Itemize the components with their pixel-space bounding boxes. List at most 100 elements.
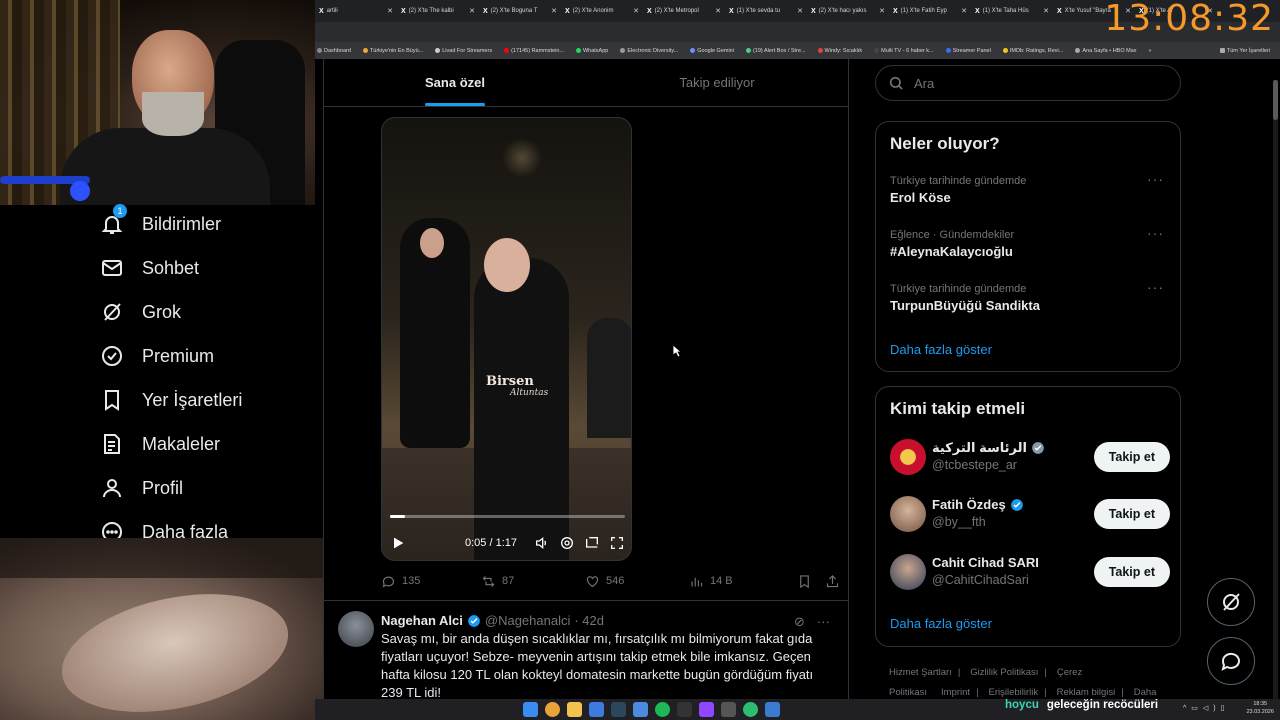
avatar[interactable] (890, 554, 926, 590)
close-icon[interactable]: ✕ (715, 7, 721, 15)
app-icon[interactable] (743, 702, 758, 717)
app-icon[interactable] (677, 702, 692, 717)
close-icon[interactable]: ✕ (879, 7, 885, 15)
footer-link[interactable]: Reklam bilgisi (1057, 687, 1116, 698)
trends-show-more-link[interactable]: Daha fazla göster (890, 342, 992, 357)
browser-tab[interactable]: X (2) X'te Metropol ✕ (643, 0, 725, 22)
app-icon[interactable] (633, 702, 648, 717)
trend-item[interactable]: Türkiye tarihinde gündemde TurpunBüyüğü … (890, 279, 1170, 313)
share-button[interactable] (825, 574, 840, 589)
repost-button[interactable]: 87 (481, 574, 585, 589)
nav-premium[interactable]: Premium (100, 344, 214, 368)
close-icon[interactable]: ✕ (797, 7, 803, 15)
more-options-icon[interactable]: ··· (1147, 225, 1164, 241)
suggestion-name[interactable]: الرئاسة التركية (932, 440, 1027, 456)
nav-grok[interactable]: Grok (100, 300, 181, 324)
fullscreen-icon[interactable] (609, 535, 625, 551)
bookmark-item[interactable]: Livad For Streamers (435, 48, 492, 54)
browser-tab[interactable]: X (2) X'te Anonim ✕ (561, 0, 643, 22)
bookmark-item[interactable]: (19) Alert Box / Stre... (745, 48, 806, 54)
suggestion-name[interactable]: Fatih Özdeş (932, 497, 1006, 512)
search-input[interactable] (914, 75, 1164, 91)
follow-suggestion[interactable]: Fatih Özdeş @by__fth Takip et (890, 496, 1170, 536)
spotify-icon[interactable] (655, 702, 670, 717)
follow-button[interactable]: Takip et (1093, 499, 1170, 529)
browser-tab[interactable]: Xartili ✕ (315, 0, 397, 22)
browser-tab[interactable]: X (1) X'te sevda tu ✕ (725, 0, 807, 22)
app-icon[interactable] (765, 702, 780, 717)
video-player[interactable]: Birsen Altuntas 0:05 / 1:17 (381, 117, 632, 561)
author-handle[interactable]: @Nagehanalci (485, 613, 570, 628)
follow-button[interactable]: Takip et (1093, 557, 1170, 587)
grok-icon[interactable]: ⊘ (794, 614, 805, 630)
reply-button[interactable]: 135 (381, 574, 481, 589)
settings-gear-icon[interactable] (559, 535, 575, 551)
video-progress-bar[interactable] (390, 515, 625, 518)
bookmarks-overflow-button[interactable]: » (1149, 48, 1152, 54)
nav-profile[interactable]: Profil (100, 476, 183, 500)
nav-messages[interactable]: Sohbet (100, 256, 199, 280)
picture-in-picture-icon[interactable] (584, 535, 600, 551)
follow-suggestion[interactable]: Cahit Cihad SARI @CahitCihadSari Takip e… (890, 554, 1170, 594)
close-icon[interactable]: ✕ (961, 7, 967, 15)
scrollbar-thumb[interactable] (1273, 80, 1278, 120)
app-icon[interactable] (589, 702, 604, 717)
follow-button[interactable]: Takip et (1093, 442, 1170, 472)
avatar[interactable] (890, 496, 926, 532)
suggestion-name[interactable]: Cahit Cihad SARI (932, 555, 1039, 570)
messages-fab[interactable] (1207, 637, 1255, 685)
tab-for-you[interactable]: Sana özel (324, 59, 586, 106)
nav-bookmarks[interactable]: Yer İşaretleri (100, 388, 242, 412)
follow-suggestion[interactable]: الرئاسة التركية @tcbestepe_ar Takip et (890, 439, 1170, 479)
page-scrollbar[interactable] (1273, 80, 1278, 700)
trend-item[interactable]: Türkiye tarihinde gündemde Erol Köse ··· (890, 171, 1170, 205)
bookmark-item[interactable]: Windy: Sıcaklık (817, 48, 862, 54)
footer-link[interactable]: Hizmet Şartları (889, 667, 952, 678)
more-options-icon[interactable]: ··· (1147, 171, 1164, 187)
grok-fab[interactable] (1207, 578, 1255, 626)
close-icon[interactable]: ✕ (551, 7, 557, 15)
author-name[interactable]: Nagehan Alci (381, 613, 463, 628)
nav-articles[interactable]: Makaleler (100, 432, 220, 456)
bookmark-item[interactable]: Multi TV - 6 haber k... (874, 48, 934, 54)
steam-icon[interactable] (611, 702, 626, 717)
browser-tab[interactable]: X (2) X'te The kalbi ✕ (397, 0, 479, 22)
system-tray-icons[interactable]: ^▭◁)▯ (1183, 704, 1229, 712)
close-icon[interactable]: ✕ (633, 7, 639, 15)
footer-link[interactable]: Gizlilik Politikası (970, 667, 1038, 678)
volume-icon[interactable] (534, 535, 550, 551)
bookmark-item[interactable]: IMDb: Ratings, Revi... (1002, 48, 1063, 54)
close-icon[interactable]: ✕ (1043, 7, 1049, 15)
app-icon[interactable] (721, 702, 736, 717)
twitch-icon[interactable] (699, 702, 714, 717)
trend-item[interactable]: Eğlence · Gündemdekiler #AleynaKalaycıoğ… (890, 225, 1170, 259)
post-time[interactable]: · 42d (574, 613, 604, 628)
nav-notifications[interactable]: 1 Bildirimler (100, 204, 221, 236)
avatar[interactable] (338, 611, 374, 647)
all-bookmarks-button[interactable]: Tüm Yer İşaretleri (1219, 48, 1280, 54)
more-options-icon[interactable]: ··· (1147, 279, 1164, 295)
bookmark-item[interactable]: (17145) Rammstein... (504, 48, 564, 54)
views-button[interactable]: 14 B (689, 574, 797, 589)
browser-tab[interactable]: X (1) X'te Taha Hüs ✕ (971, 0, 1053, 22)
play-icon[interactable] (390, 535, 406, 551)
system-clock[interactable]: 18:35 23.03.2026 (1246, 700, 1274, 716)
bookmark-post-button[interactable] (797, 574, 825, 589)
more-options-icon[interactable]: ··· (817, 614, 830, 630)
bookmark-item[interactable]: Ana Sayfa • HBO Max (1075, 48, 1137, 54)
start-icon[interactable] (523, 702, 538, 717)
tab-following[interactable]: Takip ediliyor (586, 59, 848, 106)
chrome-icon[interactable] (545, 702, 560, 717)
close-icon[interactable]: ✕ (387, 7, 393, 15)
follow-show-more-link[interactable]: Daha fazla göster (890, 616, 992, 631)
avatar[interactable] (890, 439, 926, 475)
bookmark-item[interactable]: Streamer Panel (945, 48, 991, 54)
browser-tab[interactable]: X (2) X'te Boguna T ✕ (479, 0, 561, 22)
browser-tab[interactable]: X (1) X'te Fatih Eyp ✕ (889, 0, 971, 22)
browser-tab[interactable]: X (2) X'te hacı yakıs ✕ (807, 0, 889, 22)
bookmark-item[interactable]: Electronic Diversity... (620, 48, 678, 54)
like-button[interactable]: 546 (585, 574, 689, 589)
search-box[interactable] (875, 65, 1181, 101)
footer-link[interactable]: Erişilebilirlik (989, 687, 1039, 698)
footer-link[interactable]: Imprint (941, 687, 970, 698)
